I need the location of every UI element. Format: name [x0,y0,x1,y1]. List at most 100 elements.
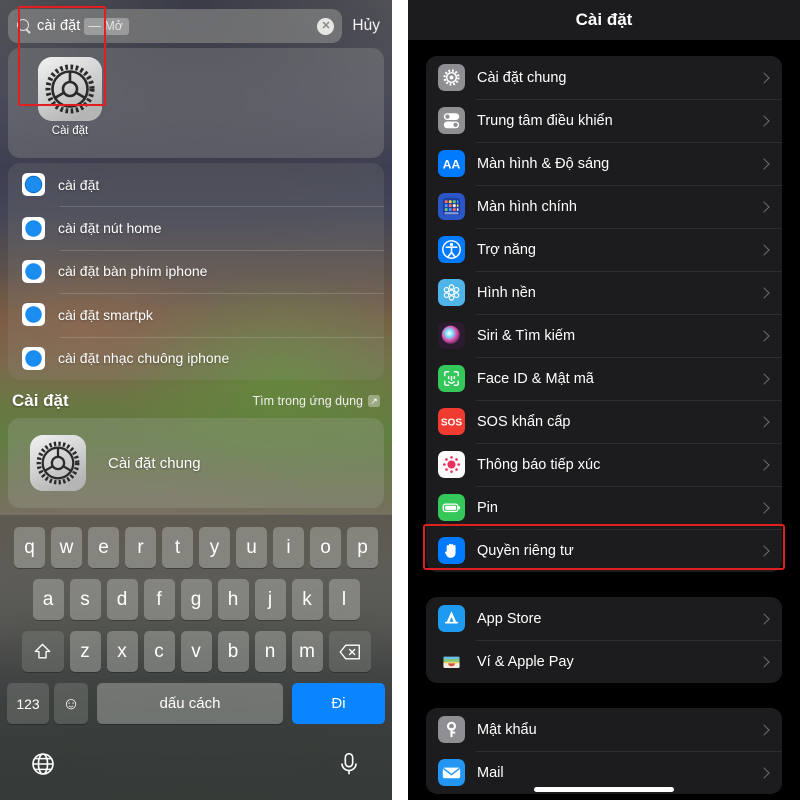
key-j[interactable]: j [254,579,286,620]
key-a[interactable]: a [32,579,64,620]
chevron-right-icon [758,544,770,557]
list-item[interactable]: cài đặt nhạc chuông iphone [8,336,384,380]
sidebar-item-label: Face ID & Mật mã [477,370,594,387]
sidebar-item-accessibility[interactable]: Trợ năng [426,228,782,271]
key-w[interactable]: w [51,527,82,568]
key-q[interactable]: q [14,527,45,568]
app-tile-settings[interactable]: Cài đặt [29,57,111,137]
dual-screenshot-container: cài đặt — Mở ✕ Hủy Cài đặt cài đặt cài đ… [0,0,800,800]
key-x[interactable]: x [106,631,138,672]
cancel-button[interactable]: Hủy [350,17,384,35]
sidebar-item-emergency-sos[interactable]: SOS SOS khẩn cấp [426,400,782,443]
key-n[interactable]: n [254,631,286,672]
safari-icon [22,173,45,197]
sidebar-item-general[interactable]: Cài đặt chung [426,56,782,99]
safari-icon [22,303,45,327]
suggestion-label: cài đặt [58,176,100,193]
suggestion-label: cài đặt nút home [58,220,162,237]
key-h[interactable]: h [217,579,249,620]
chevron-right-icon [758,372,770,385]
accessibility-icon [438,236,465,263]
numbers-key[interactable]: 123 [7,683,49,724]
list-item[interactable]: cài đặt nút home [8,206,384,249]
sidebar-item-wallpaper[interactable]: Hình nền [426,271,782,314]
sidebar-item-control-center[interactable]: Trung tâm điều khiển [426,99,782,142]
backspace-key[interactable] [328,631,371,672]
search-in-app-link[interactable]: Tìm trong ứng dụng ↗ [252,394,380,408]
sidebar-item-label: Ví & Apple Pay [477,653,574,670]
key-r[interactable]: r [125,527,156,568]
sidebar-item-exposure-notifications[interactable]: Thông báo tiếp xúc [426,443,782,486]
sidebar-item-siri-search[interactable]: Siri & Tìm kiếm [426,314,782,357]
sidebar-item-label: Mail [477,764,504,781]
chevron-right-icon [758,501,770,514]
sidebar-item-app-store[interactable]: App Store [426,597,782,640]
key-k[interactable]: k [291,579,323,620]
key-u[interactable]: u [236,527,267,568]
chevron-right-icon [758,655,770,668]
key-f[interactable]: f [143,579,175,620]
sidebar-item-passwords[interactable]: Mật khẩu [426,708,782,751]
key-z[interactable]: z [69,631,101,672]
key-p[interactable]: p [347,527,378,568]
emoji-key[interactable]: ☺ [54,683,88,724]
sidebar-item-privacy[interactable]: Quyền riêng tư [426,529,782,572]
safari-icon [22,216,45,240]
go-key[interactable]: Đi [292,683,385,724]
key-g[interactable]: g [180,579,212,620]
microphone-icon[interactable] [336,751,362,777]
chevron-right-icon [758,71,770,84]
settings-result-card[interactable]: Cài đặt chung [8,418,384,508]
key-y[interactable]: y [199,527,230,568]
sidebar-item-label: Trợ năng [477,241,536,258]
sidebar-item-face-id-passcode[interactable]: Face ID & Mật mã [426,357,782,400]
sidebar-item-battery[interactable]: Pin [426,486,782,529]
suggestion-label: cài đặt nhạc chuông iphone [58,350,230,367]
key-o[interactable]: o [310,527,341,568]
key-b[interactable]: b [217,631,249,672]
sidebar-item-label: Thông báo tiếp xúc [477,456,601,473]
key-l[interactable]: l [328,579,360,620]
key-v[interactable]: v [180,631,212,672]
globe-language-icon[interactable] [30,751,56,777]
clear-search-button[interactable]: ✕ [317,17,335,35]
key-icon [438,716,465,743]
app-label: Cài đặt [51,125,89,137]
key-d[interactable]: d [106,579,138,620]
list-item[interactable]: cài đặt smartpk [8,293,384,336]
sidebar-item-display-brightness[interactable]: AA Màn hình & Độ sáng [426,142,782,185]
control-center-icon [438,107,465,134]
privacy-hand-icon [438,537,465,564]
list-item[interactable]: cài đặt bàn phím iphone [8,249,384,293]
key-i[interactable]: i [273,527,304,568]
home-screen-icon [438,193,465,220]
mail-icon [438,759,465,786]
chevron-right-icon [758,415,770,428]
chevron-right-icon [758,286,770,299]
sidebar-item-label: Quyền riêng tư [477,542,574,559]
sidebar-item-home-screen[interactable]: Màn hình chính [426,185,782,228]
key-m[interactable]: m [291,631,323,672]
wallet-icon [438,648,465,675]
face-id-icon [438,365,465,392]
search-input[interactable]: cài đặt — Mở ✕ [8,9,343,43]
keyboard-row-2: a s d f g h j k l [0,579,392,620]
keyboard-row-4: 123 ☺ dấu cách Đi [0,683,392,724]
battery-icon [438,494,465,521]
section-header: Cài đặt Tìm trong ứng dụng ↗ [12,388,380,414]
sidebar-item-label: Siri & Tìm kiếm [477,327,576,344]
chevron-right-icon [758,114,770,127]
key-s[interactable]: s [69,579,101,620]
space-key[interactable]: dấu cách [97,683,283,724]
keyboard-bottom-bar [0,735,392,777]
shift-key[interactable] [21,631,64,672]
backspace-delete-icon [339,644,360,659]
wallpaper-icon [438,279,465,306]
key-e[interactable]: e [88,527,119,568]
sidebar-item-wallet-apple-pay[interactable]: Ví & Apple Pay [426,640,782,683]
key-c[interactable]: c [143,631,175,672]
key-t[interactable]: t [162,527,193,568]
page-title: Cài đặt [575,10,633,29]
list-item[interactable]: cài đặt [8,163,384,206]
sidebar-item-label: Cài đặt chung [477,69,567,86]
